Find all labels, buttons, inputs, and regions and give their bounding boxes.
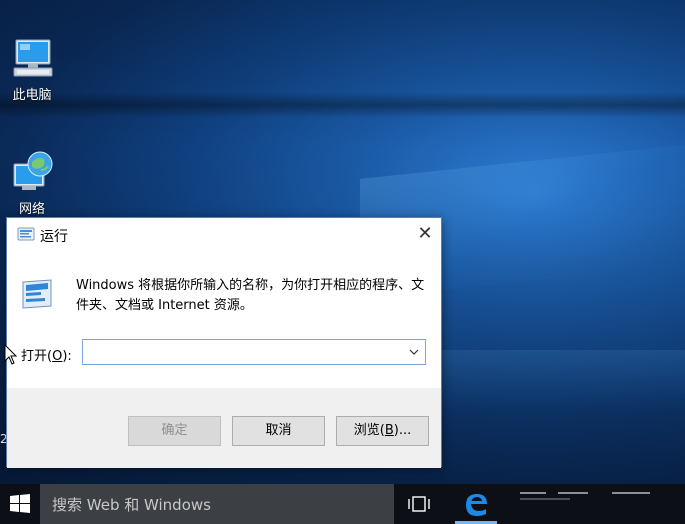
dialog-description: Windows 将根据你所输入的名称，为你打开相应的程序、文件夹、文档或 Int… — [76, 278, 425, 313]
network-globe-icon — [13, 151, 53, 190]
desktop-icon-label: 网络 — [18, 202, 45, 217]
chevron-down-icon[interactable] — [407, 344, 421, 360]
browse-access-key: B — [384, 423, 394, 438]
desktop-icon-label: 此电脑 — [12, 88, 52, 103]
open-label-prefix: 打开( — [21, 349, 53, 364]
ok-button[interactable]: 确定 — [128, 416, 221, 446]
browse-label-suffix: )... — [393, 423, 412, 438]
browse-button[interactable]: 浏览(B)... — [336, 416, 429, 446]
mouse-cursor-icon — [4, 344, 18, 365]
run-dialog: 运行 ✕ Windows 将根据你所输入的名称，为你打开相应的程序、文件夹、文档… — [6, 217, 442, 468]
wallpaper-light-beam — [0, 92, 685, 118]
taskbar-search-box[interactable]: 搜索 Web 和 Windows — [40, 484, 394, 524]
system-tray-icons[interactable] — [500, 490, 685, 514]
desktop-icon-this-pc[interactable]: 此电脑 — [0, 36, 64, 103]
dialog-titlebar[interactable]: 运行 ✕ — [7, 218, 441, 250]
desktop: 此电脑 网络 2 运行 ✕ Windows 将根据你所输入的名称，为你打开相应的… — [0, 0, 685, 484]
open-label-access-key: O — [52, 349, 63, 364]
cancel-button[interactable]: 取消 — [232, 416, 325, 446]
open-combobox[interactable] — [82, 339, 426, 365]
dialog-button-bar: 确定 取消 浏览(B)... — [7, 388, 441, 468]
run-app-icon — [17, 227, 35, 241]
close-button[interactable]: ✕ — [413, 222, 437, 246]
taskbar: 搜索 Web 和 Windows — [0, 484, 685, 524]
open-field-label: 打开(O): — [21, 345, 72, 364]
computer-icon — [13, 39, 53, 77]
command-input[interactable] — [87, 343, 401, 363]
search-placeholder: 搜索 Web 和 Windows — [52, 496, 211, 514]
close-icon: ✕ — [417, 223, 433, 244]
edge-browser-icon[interactable] — [462, 490, 490, 518]
windows-start-icon[interactable] — [0, 484, 40, 524]
open-label-suffix: ): — [62, 349, 72, 364]
dialog-title: 运行 — [40, 229, 68, 245]
desktop-icon-network[interactable]: 网络 — [0, 150, 64, 217]
run-app-icon — [22, 279, 52, 309]
task-view-icon[interactable] — [406, 492, 432, 516]
browse-label-prefix: 浏览( — [353, 423, 385, 438]
